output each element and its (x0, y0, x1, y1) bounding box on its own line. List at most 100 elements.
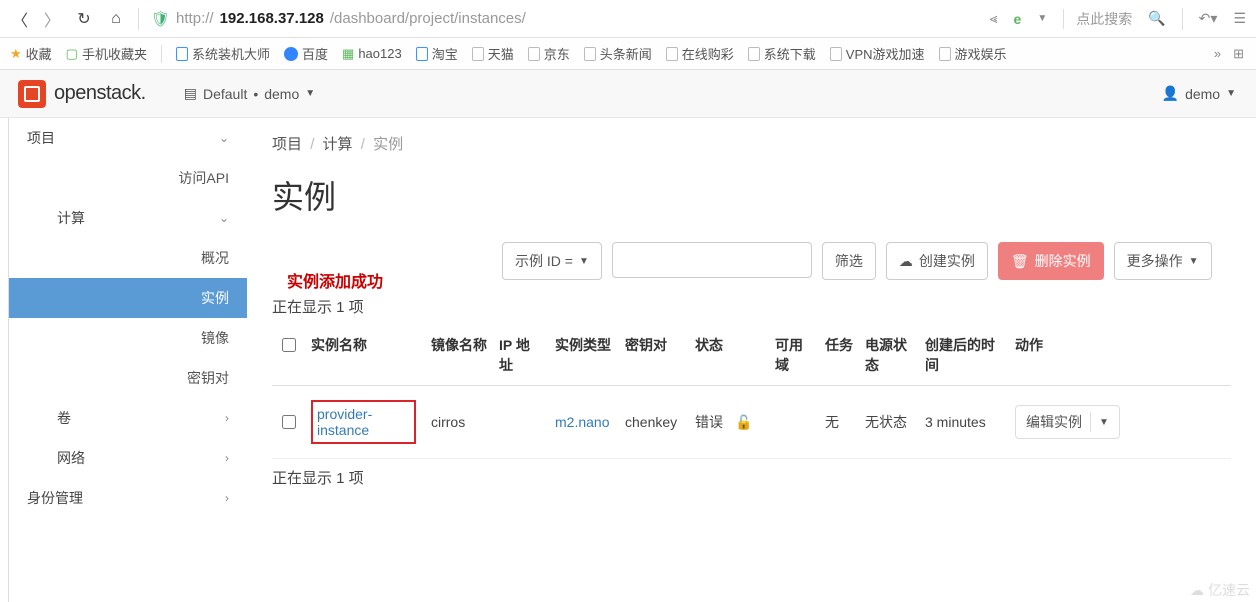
chevron-down-icon: ▼ (1226, 88, 1236, 99)
col-power[interactable]: 电源状态 (859, 325, 919, 386)
sidebar-item-api[interactable]: 访问API (9, 158, 247, 198)
forward-button[interactable]: 〉 (42, 9, 62, 29)
sidebar-item-project[interactable]: 项目 ⌄ (9, 118, 247, 158)
sidebar-item-keypairs[interactable]: 密钥对 (9, 358, 247, 398)
cell-az (769, 386, 819, 459)
chevron-down-icon: ▼ (305, 88, 315, 99)
col-ip[interactable]: IP 地址 (493, 325, 549, 386)
bookmark-item[interactable]: 系统装机大师 (176, 44, 270, 63)
search-icon[interactable]: 🔍 (1148, 10, 1165, 27)
doc-icon (830, 47, 842, 61)
col-name[interactable]: 实例名称 (305, 325, 425, 386)
row-action-button[interactable]: 编辑实例 ▼ (1015, 405, 1120, 439)
chevron-down-icon: ⌄ (219, 211, 229, 225)
bookmark-grid-icon[interactable]: ⊞ (1233, 46, 1244, 62)
item-count-top: 正在显示 1 项 (272, 296, 1231, 317)
sidebar-item-identity[interactable]: 身份管理 › (9, 478, 247, 518)
bookmark-fav[interactable]: ★收藏 (10, 44, 52, 63)
sidebar: 项目 ⌄ 访问API 计算 ⌄ 概况 实例 镜像 密钥对 卷 › 网络 › 身份… (9, 118, 247, 602)
unlock-icon: 🔓 (735, 414, 752, 430)
reload-button[interactable]: ↻ (74, 9, 94, 29)
col-flavor[interactable]: 实例类型 (549, 325, 619, 386)
sidebar-item-volumes[interactable]: 卷 › (9, 398, 247, 438)
menu-icon[interactable]: ☰ (1233, 10, 1246, 27)
home-button[interactable]: ⌂ (106, 9, 126, 29)
col-status[interactable]: 状态 (689, 325, 729, 386)
bookmark-item[interactable]: 天猫 (472, 44, 514, 63)
user-icon: 👤 (1162, 85, 1179, 102)
flavor-link[interactable]: m2.nano (555, 414, 609, 430)
bookmark-item[interactable]: 淘宝 (416, 44, 458, 63)
url-bar[interactable]: 🛡 http://192.168.37.128/dashboard/projec… (151, 10, 978, 28)
sidebar-item-overview[interactable]: 概况 (9, 238, 247, 278)
bookmark-item[interactable]: 系统下载 (748, 44, 816, 63)
sidebar-item-network[interactable]: 网络 › (9, 438, 247, 478)
dropdown-icon[interactable]: ▼ (1037, 13, 1047, 24)
breadcrumb-current: 实例 (373, 136, 403, 153)
doc-icon (176, 47, 188, 61)
bookmark-mobile[interactable]: ▢手机收藏夹 (66, 44, 147, 63)
filter-type-selector[interactable]: 示例 ID = ▼ (502, 242, 602, 280)
sidebar-item-instances[interactable]: 实例 (9, 278, 247, 318)
cell-image: cirros (425, 386, 493, 459)
col-task[interactable]: 任务 (819, 325, 859, 386)
bookmark-item[interactable]: 在线购彩 (666, 44, 734, 63)
doc-icon (416, 47, 428, 61)
logo-icon (18, 80, 46, 108)
cell-key: chenkey (619, 386, 689, 459)
brand-text: openstack. (54, 82, 146, 105)
col-key[interactable]: 密钥对 (619, 325, 689, 386)
bookmark-item[interactable]: 京东 (528, 44, 570, 63)
cell-task: 无 (819, 386, 859, 459)
bookmark-item[interactable]: ▦hao123 (342, 46, 402, 62)
breadcrumb-item[interactable]: 项目 (272, 136, 302, 153)
cell-ip (493, 386, 549, 459)
url-prefix: http:// (176, 10, 214, 27)
share-icon[interactable]: ⪡ (990, 10, 998, 27)
doc-icon (472, 47, 484, 61)
table-row: provider-instance cirros m2.nano chenkey… (272, 386, 1231, 459)
watermark: ☁ 亿速云 (1190, 580, 1250, 600)
more-actions-button[interactable]: 更多操作 ▼ (1114, 242, 1212, 280)
instance-name-link[interactable]: provider-instance (317, 406, 372, 438)
doc-icon (528, 47, 540, 61)
bookmark-item[interactable]: 头条新闻 (584, 44, 652, 63)
trash-icon: 🗑 (1011, 253, 1029, 270)
sidebar-item-images[interactable]: 镜像 (9, 318, 247, 358)
baidu-icon (284, 47, 298, 61)
search-input[interactable]: 点此搜索 (1063, 9, 1132, 29)
compat-icon[interactable]: e (1014, 11, 1022, 27)
row-checkbox[interactable] (282, 415, 296, 429)
star-icon: ★ (10, 46, 22, 62)
user-selector[interactable]: 👤 demo ▼ (1162, 85, 1236, 102)
back-button[interactable]: 〈 (10, 9, 30, 29)
undo-icon[interactable]: ↶▾ (1199, 10, 1218, 27)
doc-icon (666, 47, 678, 61)
col-age[interactable]: 创建后的时间 (919, 325, 1009, 386)
delete-instance-button[interactable]: 🗑 删除实例 (998, 242, 1104, 280)
instances-table: 实例名称 镜像名称 IP 地址 实例类型 密钥对 状态 可用域 任务 电源状态 … (272, 325, 1231, 459)
filter-input[interactable] (612, 242, 812, 278)
bookmark-item[interactable]: 游戏娱乐 (939, 44, 1007, 63)
bookmark-item[interactable]: 百度 (284, 44, 328, 63)
cell-age: 3 minutes (919, 386, 1009, 459)
project-selector[interactable]: ▤ Default • demo ▼ (184, 85, 315, 102)
sidebar-item-compute[interactable]: 计算 ⌄ (9, 198, 247, 238)
page-title: 实例 (272, 172, 1231, 218)
highlight-annotation: provider-instance (311, 400, 416, 444)
item-count-bottom: 正在显示 1 项 (272, 467, 1231, 488)
create-instance-button[interactable]: ☁ 创建实例 (886, 242, 988, 280)
bookmark-chevrons-icon[interactable]: » (1214, 46, 1221, 62)
doc-icon (939, 47, 951, 61)
bookmark-item[interactable]: VPN游戏加速 (830, 44, 925, 63)
chevron-down-icon: ▼ (579, 256, 589, 267)
breadcrumb: 项目 / 计算 / 实例 (272, 133, 1231, 154)
brand-logo[interactable]: openstack. (0, 80, 164, 108)
cloud-icon: ☁ (1190, 582, 1204, 599)
col-image[interactable]: 镜像名称 (425, 325, 493, 386)
breadcrumb-item[interactable]: 计算 (323, 136, 353, 153)
col-az[interactable]: 可用域 (769, 325, 819, 386)
cell-status: 错误 (689, 386, 729, 459)
select-all-checkbox[interactable] (282, 338, 296, 352)
filter-button[interactable]: 筛选 (822, 242, 876, 280)
